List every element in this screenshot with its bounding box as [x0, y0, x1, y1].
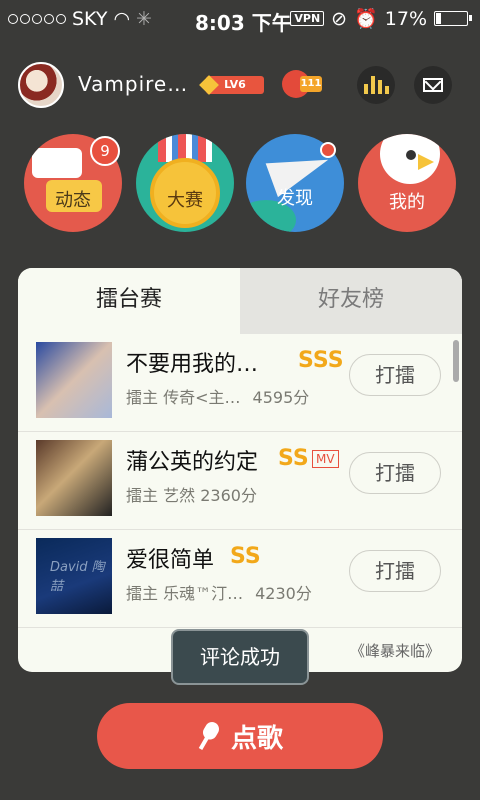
thumbnail-text: David 陶喆 [50, 560, 105, 594]
next-song-title: 《峰暴来临》 [350, 642, 441, 660]
challenge-button[interactable]: 打擂 [349, 354, 441, 396]
bar-chart-icon [363, 76, 389, 94]
song-meta: 擂主 传奇<主… 4595分 [126, 384, 309, 408]
nav-discover-label: 发现 [277, 188, 313, 209]
song-thumbnail [36, 440, 112, 516]
challenge-button[interactable]: 打擂 [349, 550, 441, 592]
new-indicator-dot [320, 142, 336, 158]
mv-badge: MV [312, 450, 339, 468]
tab-friends[interactable]: 好友榜 [240, 268, 462, 334]
toast-message: 评论成功 [171, 629, 309, 685]
song-thumbnail: David 陶喆 [36, 538, 112, 614]
carrier-name: SKY [72, 8, 108, 30]
battery-percent: 17% [384, 7, 427, 30]
signal-icon [8, 14, 66, 24]
notification-badge: 9 [90, 136, 120, 166]
stats-button[interactable] [357, 66, 395, 104]
nav-feed-label: 动态 [55, 190, 91, 211]
vpn-badge: VPN [290, 11, 325, 26]
bird-eye-icon [406, 150, 416, 160]
challenge-button[interactable]: 打擂 [349, 452, 441, 494]
song-list: 不要用我的… SSS 擂主 传奇<主… 4595分 打擂 蒲公英的约定 SS MV… [18, 334, 462, 628]
nav-me[interactable]: 我的 [358, 134, 456, 232]
host-name: 艺然 [163, 486, 196, 505]
nav-me-label: 我的 [389, 192, 425, 213]
score: 4230分 [255, 584, 312, 603]
leaderboard-panel: 擂台赛 好友榜 不要用我的… SSS 擂主 传奇<主… 4595分 打擂 蒲公英的… [18, 268, 462, 672]
carrier-info: SKY ◠ ✳ [8, 8, 152, 30]
tab-bar: 擂台赛 好友榜 [18, 268, 462, 334]
username[interactable]: Vampire… [78, 72, 188, 96]
sing-button-label: 点歌 [230, 723, 283, 754]
song-meta: 擂主 乐魂™汀… 4230分 [126, 580, 312, 604]
list-item[interactable]: David 陶喆 爱很简单 SS 擂主 乐魂™汀… 4230分 打擂 [18, 530, 462, 628]
status-indicators: VPN ⊘ ⏰ 17% [290, 7, 472, 30]
wifi-icon: ◠ [113, 8, 131, 30]
song-thumbnail [36, 342, 112, 418]
host-prefix: 擂主 [126, 584, 159, 603]
bird-beak-icon [418, 154, 434, 170]
status-bar: SKY ◠ ✳ 8:03 下午 VPN ⊘ ⏰ 17% [0, 0, 480, 38]
host-name: 乐魂™汀… [163, 584, 244, 603]
scrollbar[interactable] [453, 340, 459, 382]
flower-badge: 111 [282, 70, 328, 98]
nav-contest[interactable]: 大赛 [136, 134, 234, 232]
battery-icon [434, 11, 472, 26]
chat-bubble-icon [32, 148, 82, 178]
envelope-icon [423, 78, 443, 92]
tab-arena[interactable]: 擂台赛 [18, 268, 240, 334]
flower-count: 111 [300, 76, 322, 92]
grade-badge: SS [278, 446, 309, 471]
song-title: 蒲公英的约定 [126, 450, 259, 475]
nav-contest-label: 大赛 [167, 190, 203, 211]
level-badge: LV6 [206, 76, 264, 94]
host-prefix: 擂主 [126, 388, 159, 407]
avatar[interactable] [18, 62, 64, 108]
sing-button[interactable]: 点歌 [97, 703, 383, 769]
alarm-icon: ⏰ [354, 8, 378, 30]
song-meta: 擂主 艺然 2360分 [126, 482, 257, 506]
song-title: 不要用我的… [126, 352, 259, 377]
status-time: 8:03 下午 [195, 11, 292, 35]
host-prefix: 擂主 [126, 486, 159, 505]
grade-badge: SS [230, 544, 261, 569]
host-name: 传奇<主… [163, 388, 241, 407]
song-title: 爱很简单 [126, 548, 215, 573]
messages-button[interactable] [414, 66, 452, 104]
grade-badge: SSS [298, 348, 344, 373]
list-item[interactable]: 不要用我的… SSS 擂主 传奇<主… 4595分 打擂 [18, 334, 462, 432]
loading-icon: ✳ [136, 8, 152, 30]
lock-icon: ⊘ [331, 7, 348, 30]
microphone-icon [191, 718, 225, 755]
score: 2360分 [200, 486, 257, 505]
score: 4595分 [252, 388, 310, 407]
list-item[interactable]: 蒲公英的约定 SS MV 擂主 艺然 2360分 打擂 [18, 432, 462, 530]
